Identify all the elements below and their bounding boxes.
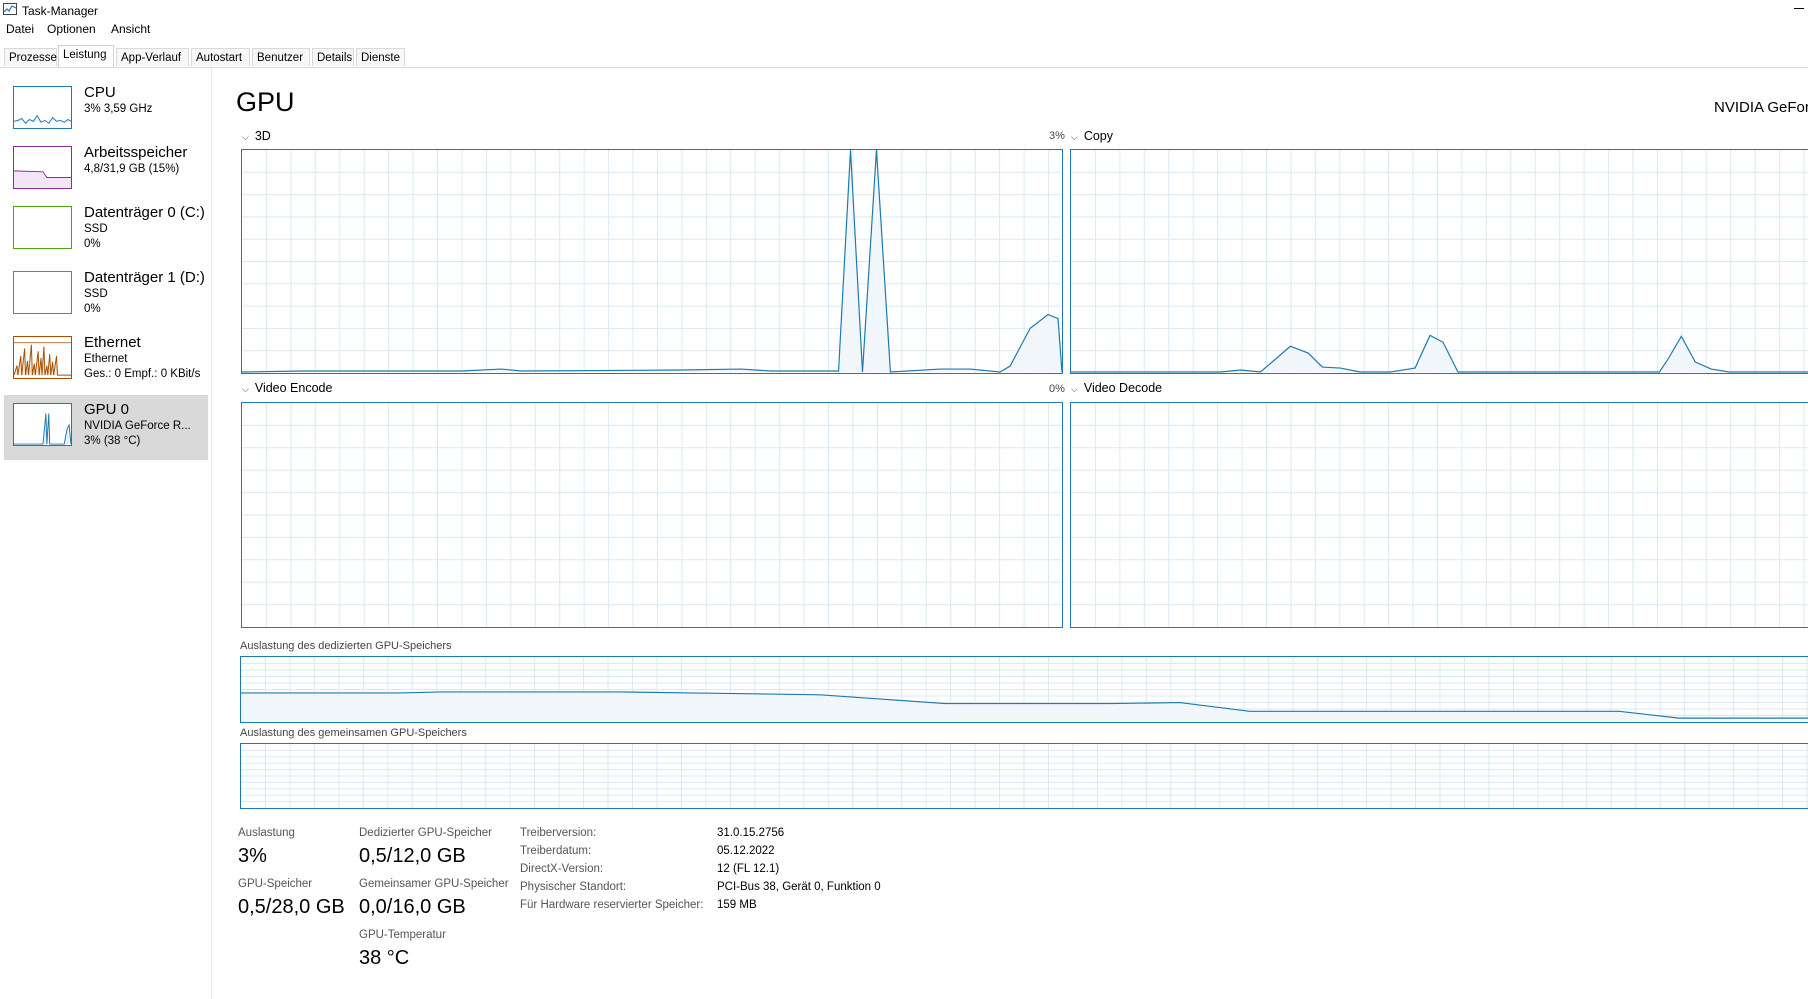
shared-memory-value: 0,0/16,0 GB xyxy=(359,896,466,918)
window-title: Task-Manager xyxy=(22,4,99,18)
dedicated-memory-label: Dedizierter GPU-Speicher xyxy=(359,827,492,839)
utilization-label: Auslastung xyxy=(238,827,295,839)
panel-video-encode-header[interactable]: ⌵ Video Encode xyxy=(242,381,332,395)
sidebar-item-disk-c[interactable]: Datenträger 0 (C:) SSD 0% xyxy=(4,198,208,261)
panel-3d-header[interactable]: ⌵ 3D xyxy=(242,129,271,143)
gpu-temperature-value: 38 °C xyxy=(359,947,410,969)
chevron-down-icon: ⌵ xyxy=(1071,132,1078,142)
sidebar-gpu-title: GPU 0 xyxy=(84,401,130,418)
cpu-thumbnail-graph xyxy=(13,86,72,129)
sidebar-ethernet-type: Ethernet xyxy=(84,353,128,365)
minimize-icon xyxy=(1794,8,1804,9)
dedicated-memory-graph-label: Auslastung des dedizierten GPU-Speichers xyxy=(240,640,452,652)
task-manager-icon xyxy=(3,3,17,15)
sidebar-ethernet-throughput: Ges.: 0 Empf.: 0 KBit/s xyxy=(84,368,201,380)
graph-3d-grid xyxy=(242,150,1062,373)
shared-memory-graph-label: Auslastung des gemeinsamen GPU-Speichers xyxy=(240,727,467,739)
graph-shared-memory-grid xyxy=(241,744,1808,808)
sidebar-disk-d-type: SSD xyxy=(84,288,108,300)
graph-copy xyxy=(1070,149,1808,374)
menu-datei[interactable]: Datei xyxy=(6,22,34,36)
directx-version-label: DirectX-Version: xyxy=(520,863,604,875)
panel-video-encode-label: Video Encode xyxy=(254,381,333,395)
sidebar-disk-c-title: Datenträger 0 (C:) xyxy=(84,204,205,221)
page-title: GPU xyxy=(236,87,295,117)
menu-bar xyxy=(0,20,1808,38)
sidebar-disk-d-title: Datenträger 1 (D:) xyxy=(84,269,205,286)
panel-copy-header[interactable]: ⌵ Copy xyxy=(1071,129,1113,143)
physical-location-value: PCI-Bus 38, Gerät 0, Funktion 0 xyxy=(717,881,881,893)
tab-prozesse[interactable]: Prozesse xyxy=(4,48,57,66)
driver-version-value: 31.0.15.2756 xyxy=(717,827,785,839)
sidebar-disk-d-usage: 0% xyxy=(84,303,101,315)
title-bar xyxy=(0,0,1808,20)
panel-video-decode-header[interactable]: ⌵ Video Decode xyxy=(1071,381,1162,395)
menu-ansicht[interactable]: Ansicht xyxy=(111,22,150,36)
sidebar: CPU 3% 3,59 GHz Arbeitsspeicher 4,8/31,9… xyxy=(0,68,212,999)
tab-benutzer[interactable]: Benutzer xyxy=(252,48,310,66)
sidebar-item-memory[interactable]: Arbeitsspeicher 4,8/31,9 GB (15%) xyxy=(4,138,208,201)
graph-video-decode-grid xyxy=(1071,403,1808,627)
driver-version-label: Treiberversion: xyxy=(520,827,597,839)
driver-date-value: 05.12.2022 xyxy=(717,845,775,857)
panel-video-encode-percent: 0% xyxy=(1049,383,1065,395)
tab-dienste[interactable]: Dienste xyxy=(356,48,405,66)
gpu-thumbnail-graph xyxy=(13,403,72,446)
tab-autostart[interactable]: Autostart xyxy=(191,48,250,66)
chevron-down-icon: ⌵ xyxy=(1071,384,1078,394)
gpu-memory-label: GPU-Speicher xyxy=(238,878,313,890)
utilization-value: 3% xyxy=(238,845,267,867)
tab-leistung[interactable]: Leistung xyxy=(58,45,114,67)
reserved-memory-value: 159 MB xyxy=(717,899,757,911)
panel-video-decode-label: Video Decode xyxy=(1083,381,1163,395)
disk-d-thumbnail-graph xyxy=(13,271,72,314)
graph-dedicated-memory xyxy=(240,656,1808,723)
gpu-memory-value: 0,5/28,0 GB xyxy=(238,896,345,918)
chevron-down-icon: ⌵ xyxy=(242,384,249,394)
sidebar-disk-c-type: SSD xyxy=(84,223,108,235)
reserved-memory-label: Für Hardware reservierter Speicher: xyxy=(520,899,704,911)
driver-date-label: Treiberdatum: xyxy=(520,845,592,857)
sidebar-cpu-detail: 3% 3,59 GHz xyxy=(84,103,153,115)
sidebar-memory-title: Arbeitsspeicher xyxy=(84,144,188,161)
graph-video-encode xyxy=(241,402,1063,628)
memory-thumbnail-graph xyxy=(13,146,72,189)
tab-app-verlauf[interactable]: App-Verlauf xyxy=(116,48,189,66)
graph-shared-memory xyxy=(240,743,1808,809)
dedicated-memory-value: 0,5/12,0 GB xyxy=(359,845,466,867)
graph-copy-grid xyxy=(1071,150,1808,373)
shared-memory-label: Gemeinsamer GPU-Speicher xyxy=(359,878,509,890)
sidebar-gpu-model: NVIDIA GeForce R... xyxy=(84,420,191,432)
graph-video-encode-grid xyxy=(242,403,1062,627)
sidebar-gpu-usage: 3% (38 °C) xyxy=(84,435,141,447)
sidebar-item-disk-d[interactable]: Datenträger 1 (D:) SSD 0% xyxy=(4,263,208,326)
panel-3d-percent: 3% xyxy=(1049,130,1065,142)
chevron-down-icon: ⌵ xyxy=(242,132,249,142)
panel-3d-label: 3D xyxy=(254,129,271,143)
graph-3d xyxy=(241,149,1063,374)
sidebar-disk-c-usage: 0% xyxy=(84,238,101,250)
sidebar-item-ethernet[interactable]: Ethernet Ethernet Ges.: 0 Empf.: 0 KBit/… xyxy=(4,328,208,391)
sidebar-memory-detail: 4,8/31,9 GB (15%) xyxy=(84,163,180,175)
physical-location-label: Physischer Standort: xyxy=(520,881,627,893)
disk-c-thumbnail-graph xyxy=(13,206,72,249)
menu-optionen[interactable]: Optionen xyxy=(47,22,96,36)
panel-copy-label: Copy xyxy=(1083,129,1114,143)
gpu-temperature-label: GPU-Temperatur xyxy=(359,929,446,941)
ethernet-thumbnail-graph xyxy=(13,336,72,379)
sidebar-item-cpu[interactable]: CPU 3% 3,59 GHz xyxy=(4,78,208,141)
gpu-model-name: NVIDIA GeFor xyxy=(1714,99,1808,116)
sidebar-ethernet-title: Ethernet xyxy=(84,334,141,351)
directx-version-value: 12 (FL 12.1) xyxy=(717,863,780,875)
sidebar-cpu-title: CPU xyxy=(84,84,116,101)
sidebar-item-gpu-0[interactable]: GPU 0 NVIDIA GeForce R... 3% (38 °C) xyxy=(4,395,208,460)
minimize-button[interactable] xyxy=(1792,0,1808,18)
tab-details[interactable]: Details xyxy=(312,48,354,66)
graph-video-decode xyxy=(1070,402,1808,628)
